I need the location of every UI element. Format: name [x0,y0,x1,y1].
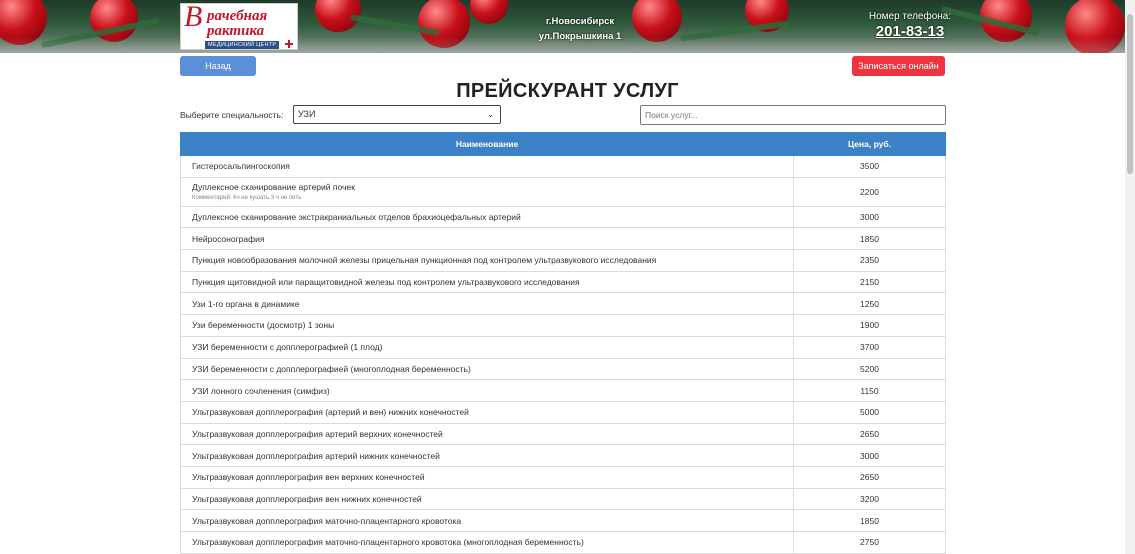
table-row: УЗИ лонного сочленения (симфиз) 1150 [180,379,946,402]
service-name: Ультразвуковая допплерография вен верхни… [192,472,425,483]
service-search-input[interactable]: Поиск услуг... [640,105,946,125]
service-name-cell: Дуплексное сканирование артерий почек Ком… [180,176,794,207]
page-scrollbar[interactable] [1125,0,1135,554]
service-price: 1850 [793,509,946,532]
service-name-cell: Ультразвуковая допплерография артерий ни… [180,444,794,467]
specialty-selected-value: УЗИ [298,109,316,119]
table-row: Пункция новообразования молочной железы … [180,249,946,272]
table-row: УЗИ беременности с допплерографией (мног… [180,357,946,381]
service-name-cell: Ультразвуковая допплерография артерий ве… [180,422,794,446]
service-name-cell: УЗИ беременности с допплерографией (мног… [180,357,794,381]
service-name-cell: Пункция щитовидной или паращитовидной же… [180,270,794,294]
table-row: Ультразвуковая допплерография вен верхни… [180,465,946,489]
service-price: 3000 [793,444,946,467]
service-price: 2150 [793,270,946,294]
table-row: Гистеросальпингоскопия 3500 [180,155,946,178]
table-row: Узи 1-го органа в динамике 1250 [180,292,946,316]
logo-line2: рактика [207,23,265,39]
service-price: 1900 [793,314,946,337]
chevron-down-icon: ⌄ [487,110,494,119]
page-title: ПРЕЙСКУРАНТ УСЛУГ [456,80,679,102]
phone-number-link[interactable]: 201-83-13 [850,23,970,40]
service-name-cell: Пункция новообразования молочной железы … [180,249,794,272]
service-name: Дуплексное сканирование экстракраниальны… [192,212,521,223]
table-row: Ультразвуковая допплерография артерий ве… [180,422,946,446]
online-signup-button[interactable]: Записаться онлайн [852,56,945,76]
service-name-cell: Ультразвуковая допплерография маточно-пл… [180,531,794,554]
service-price: 2650 [793,465,946,489]
service-name: Узи беременности (досмотр) 1 зоны [192,320,335,331]
medical-cross-icon [285,40,293,48]
specialty-label: Выберите специальность: [180,110,284,120]
service-name: Пункция щитовидной или паращитовидной же… [192,277,580,288]
service-price: 3000 [793,205,946,229]
phone-label: Номер телефона: [868,11,952,22]
clinic-logo[interactable]: В рачебная рактика МЕДИЦИНСКИЙ ЦЕНТР [180,3,298,50]
service-name: Ультразвуковая допплерография артерий ни… [192,450,440,461]
service-name: УЗИ беременности с допплерографией (мног… [192,363,471,374]
service-comment: Комментарий: 6ч не кушать,3 ч не пить [192,195,302,202]
price-table: Наименование Цена, руб. Гистеросальпинго… [180,132,946,554]
table-row: Ультразвуковая допплерография артерий ни… [180,444,946,467]
table-header-row: Наименование Цена, руб. [180,132,946,156]
logo-subtitle: МЕДИЦИНСКИЙ ЦЕНТР [205,41,280,49]
service-price: 5000 [793,400,946,424]
column-header-name: Наименование [180,132,794,156]
service-name-cell: Гистеросальпингоскопия [180,155,794,178]
specialty-select[interactable]: УЗИ ⌄ [293,105,501,124]
service-name: Ультразвуковая допплерография (артерий и… [192,407,469,418]
service-name: УЗИ беременности с допплерографией (1 пл… [192,342,383,353]
service-name-cell: Нейросонография [180,227,794,251]
service-name: Гистеросальпингоскопия [192,161,290,172]
column-header-price: Цена, руб. [793,132,946,156]
address-street: ул.Покрышкина 1 [538,31,622,42]
service-price: 2200 [793,176,946,207]
service-price: 3500 [793,155,946,178]
service-name: Ультразвуковая допплерография маточно-пл… [192,537,584,548]
service-name: Дуплексное сканирование артерий почек [192,182,355,193]
table-row: Узи беременности (досмотр) 1 зоны 1900 [180,314,946,337]
service-price: 3700 [793,335,946,359]
service-name: Пункция новообразования молочной железы … [192,255,657,266]
service-price: 1850 [793,227,946,251]
table-row: Ультразвуковая допплерография маточно-пл… [180,509,946,532]
logo-letter-v: В [184,3,203,33]
service-price: 1250 [793,292,946,316]
service-name-cell: Узи 1-го органа в динамике [180,292,794,316]
service-name-cell: Ультразвуковая допплерография (артерий и… [180,400,794,424]
table-row: Дуплексное сканирование артерий почек Ком… [180,176,946,207]
back-button[interactable]: Назад [180,56,256,76]
table-row: УЗИ беременности с допплерографией (1 пл… [180,335,946,359]
address-city: г.Новосибирск [545,16,615,27]
service-name: Ультразвуковая допплерография маточно-пл… [192,515,462,526]
table-row: Ультразвуковая допплерография вен нижних… [180,487,946,511]
service-name: Узи 1-го органа в динамике [192,298,300,309]
service-name-cell: Ультразвуковая допплерография маточно-пл… [180,509,794,532]
service-name: УЗИ лонного сочленения (симфиз) [192,385,330,396]
service-name-cell: Ультразвуковая допплерография вен верхни… [180,465,794,489]
clinic-address: г.Новосибирск ул.Покрышкина 1 [520,14,640,44]
table-row: Пункция щитовидной или паращитовидной же… [180,270,946,294]
service-name-cell: Узи беременности (досмотр) 1 зоны [180,314,794,337]
service-name-cell: Дуплексное сканирование экстракраниальны… [180,205,794,229]
service-price: 2750 [793,531,946,554]
service-price: 5200 [793,357,946,381]
table-row: Ультразвуковая допплерография (артерий и… [180,400,946,424]
service-price: 2650 [793,422,946,446]
table-row: Ультразвуковая допплерография маточно-пл… [180,531,946,554]
service-price: 3200 [793,487,946,511]
service-name: Ультразвуковая допплерография вен нижних… [192,493,422,504]
service-name: Нейросонография [192,233,265,244]
scrollbar-thumb[interactable] [1127,14,1133,174]
service-name-cell: Ультразвуковая допплерография вен нижних… [180,487,794,511]
service-name: Ультразвуковая допплерография артерий ве… [192,428,443,439]
table-row: Дуплексное сканирование экстракраниальны… [180,205,946,229]
table-row: Нейросонография 1850 [180,227,946,251]
service-price: 1150 [793,379,946,402]
service-name-cell: УЗИ беременности с допплерографией (1 пл… [180,335,794,359]
service-price: 2350 [793,249,946,272]
service-name-cell: УЗИ лонного сочленения (симфиз) [180,379,794,402]
